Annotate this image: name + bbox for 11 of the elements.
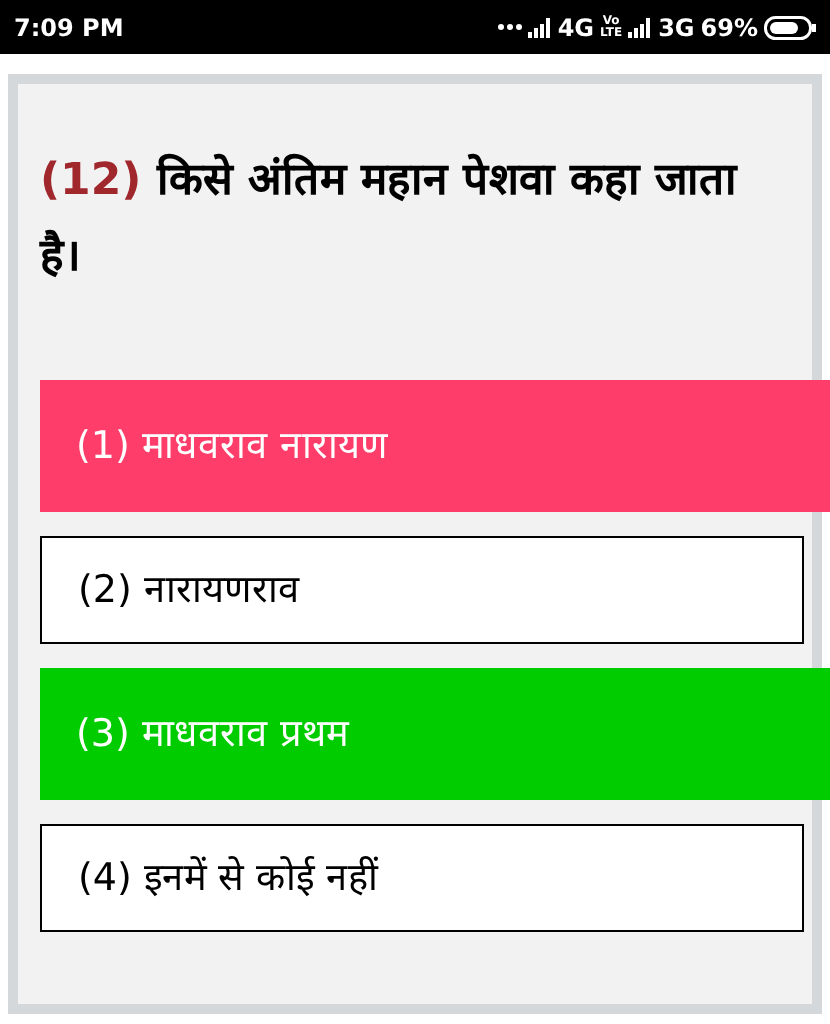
signal-icon (527, 17, 552, 37)
network-label: 3G (658, 11, 695, 45)
battery-icon (764, 15, 816, 39)
answer-option[interactable]: (2) नारायणराव (40, 536, 804, 644)
answer-option[interactable]: (4) इनमें से कोई नहीं (40, 824, 804, 932)
network-label: 4G (557, 11, 595, 45)
status-time: 7:09 PM (14, 11, 124, 45)
signal-icon (628, 17, 653, 37)
battery-percent: 69% (700, 11, 758, 45)
question-text: (12) किसे अंतिम महान पेशवा कहा जाता है। (40, 151, 740, 286)
dots-icon (497, 24, 522, 30)
